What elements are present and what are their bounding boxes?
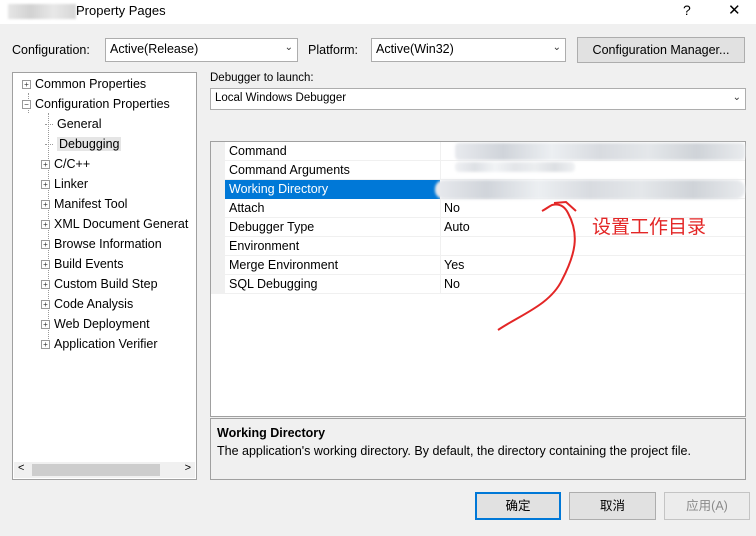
expand-icon[interactable]: +: [41, 260, 50, 270]
expand-icon[interactable]: +: [41, 180, 50, 190]
redacted-value: [435, 180, 745, 199]
description-panel: Working Directory The application's work…: [210, 418, 746, 480]
tree-item-manifest-tool[interactable]: + Manifest Tool: [41, 195, 127, 213]
cancel-button[interactable]: 取消: [569, 492, 656, 520]
grid-row-command[interactable]: Command: [225, 142, 745, 161]
debugger-dropdown[interactable]: Local Windows Debugger ⌄: [210, 88, 746, 110]
expand-icon[interactable]: +: [41, 300, 50, 310]
redacted-project-name: [8, 4, 76, 19]
redacted-value: [455, 162, 575, 172]
property-tree[interactable]: + Common Properties − Configuration Proper…: [12, 72, 197, 480]
help-icon[interactable]: ?: [683, 2, 691, 18]
expand-icon[interactable]: +: [41, 240, 50, 250]
tree-item-xml-document[interactable]: + XML Document Generat: [41, 215, 188, 233]
tree-item-c-cpp[interactable]: + C/C++: [41, 155, 90, 173]
scroll-right-icon[interactable]: >: [185, 462, 191, 474]
annotation-text: 设置工作目录: [592, 216, 707, 238]
ok-button[interactable]: 确定: [475, 492, 561, 520]
grid-row-command-arguments[interactable]: Command Arguments: [225, 161, 745, 180]
property-grid[interactable]: Command Command Arguments Working Direct…: [210, 141, 746, 417]
chevron-down-icon: ⌄: [552, 42, 561, 53]
scroll-left-icon[interactable]: <: [18, 462, 24, 474]
annotation-arrow: [497, 200, 577, 331]
chevron-down-icon: ⌄: [284, 42, 293, 53]
platform-value: Active(Win32): [376, 42, 454, 56]
tree-item-browse-information[interactable]: + Browse Information: [41, 235, 162, 253]
expand-icon[interactable]: +: [41, 320, 50, 330]
configuration-label: Configuration:: [12, 43, 90, 57]
platform-label: Platform:: [308, 43, 359, 57]
chevron-down-icon: ⌄: [732, 92, 741, 103]
expand-icon[interactable]: +: [41, 200, 50, 210]
debugger-value: Local Windows Debugger: [215, 92, 347, 104]
tree-item-linker[interactable]: + Linker: [41, 175, 88, 193]
window-title: Property Pages: [76, 3, 166, 18]
description-text: The application's working directory. By …: [217, 444, 691, 458]
expand-icon[interactable]: +: [22, 80, 31, 90]
expand-icon[interactable]: +: [41, 280, 50, 290]
tree-horizontal-scrollbar[interactable]: < >: [14, 462, 195, 478]
tree-item-configuration-properties[interactable]: − Configuration Properties: [22, 95, 170, 113]
tree-item-general[interactable]: General: [45, 115, 101, 133]
configuration-manager-button[interactable]: Configuration Manager...: [577, 37, 745, 63]
title-bar: Property Pages ? ✕: [0, 0, 756, 24]
grid-row-merge-environment[interactable]: Merge Environment Yes: [225, 256, 745, 275]
platform-dropdown[interactable]: Active(Win32) ⌄: [371, 38, 566, 62]
configuration-dropdown[interactable]: Active(Release) ⌄: [105, 38, 298, 62]
expand-icon[interactable]: +: [41, 220, 50, 230]
expand-icon[interactable]: +: [41, 160, 50, 170]
grid-row-environment[interactable]: Environment: [225, 237, 745, 256]
redacted-value: [455, 143, 745, 160]
debugger-label: Debugger to launch:: [210, 72, 314, 84]
scrollbar-thumb[interactable]: [32, 464, 160, 476]
description-title: Working Directory: [217, 426, 326, 440]
tree-item-web-deployment[interactable]: + Web Deployment: [41, 315, 150, 333]
collapse-icon[interactable]: −: [22, 100, 31, 110]
expand-icon[interactable]: +: [41, 340, 50, 350]
apply-button[interactable]: 应用(A): [664, 492, 750, 520]
tree-item-common-properties[interactable]: + Common Properties: [22, 75, 146, 93]
grid-row-working-directory[interactable]: Working Directory: [225, 180, 745, 199]
tree-item-custom-build-step[interactable]: + Custom Build Step: [41, 275, 158, 293]
tree-item-code-analysis[interactable]: + Code Analysis: [41, 295, 133, 313]
tree-item-application-verifier[interactable]: + Application Verifier: [41, 335, 158, 353]
tree-item-debugging[interactable]: Debugging: [45, 135, 122, 153]
close-icon[interactable]: ✕: [728, 1, 741, 19]
tree-item-build-events[interactable]: + Build Events: [41, 255, 123, 273]
grid-row-sql-debugging[interactable]: SQL Debugging No: [225, 275, 745, 294]
configuration-value: Active(Release): [110, 42, 199, 56]
grid-gutter: [211, 142, 225, 294]
